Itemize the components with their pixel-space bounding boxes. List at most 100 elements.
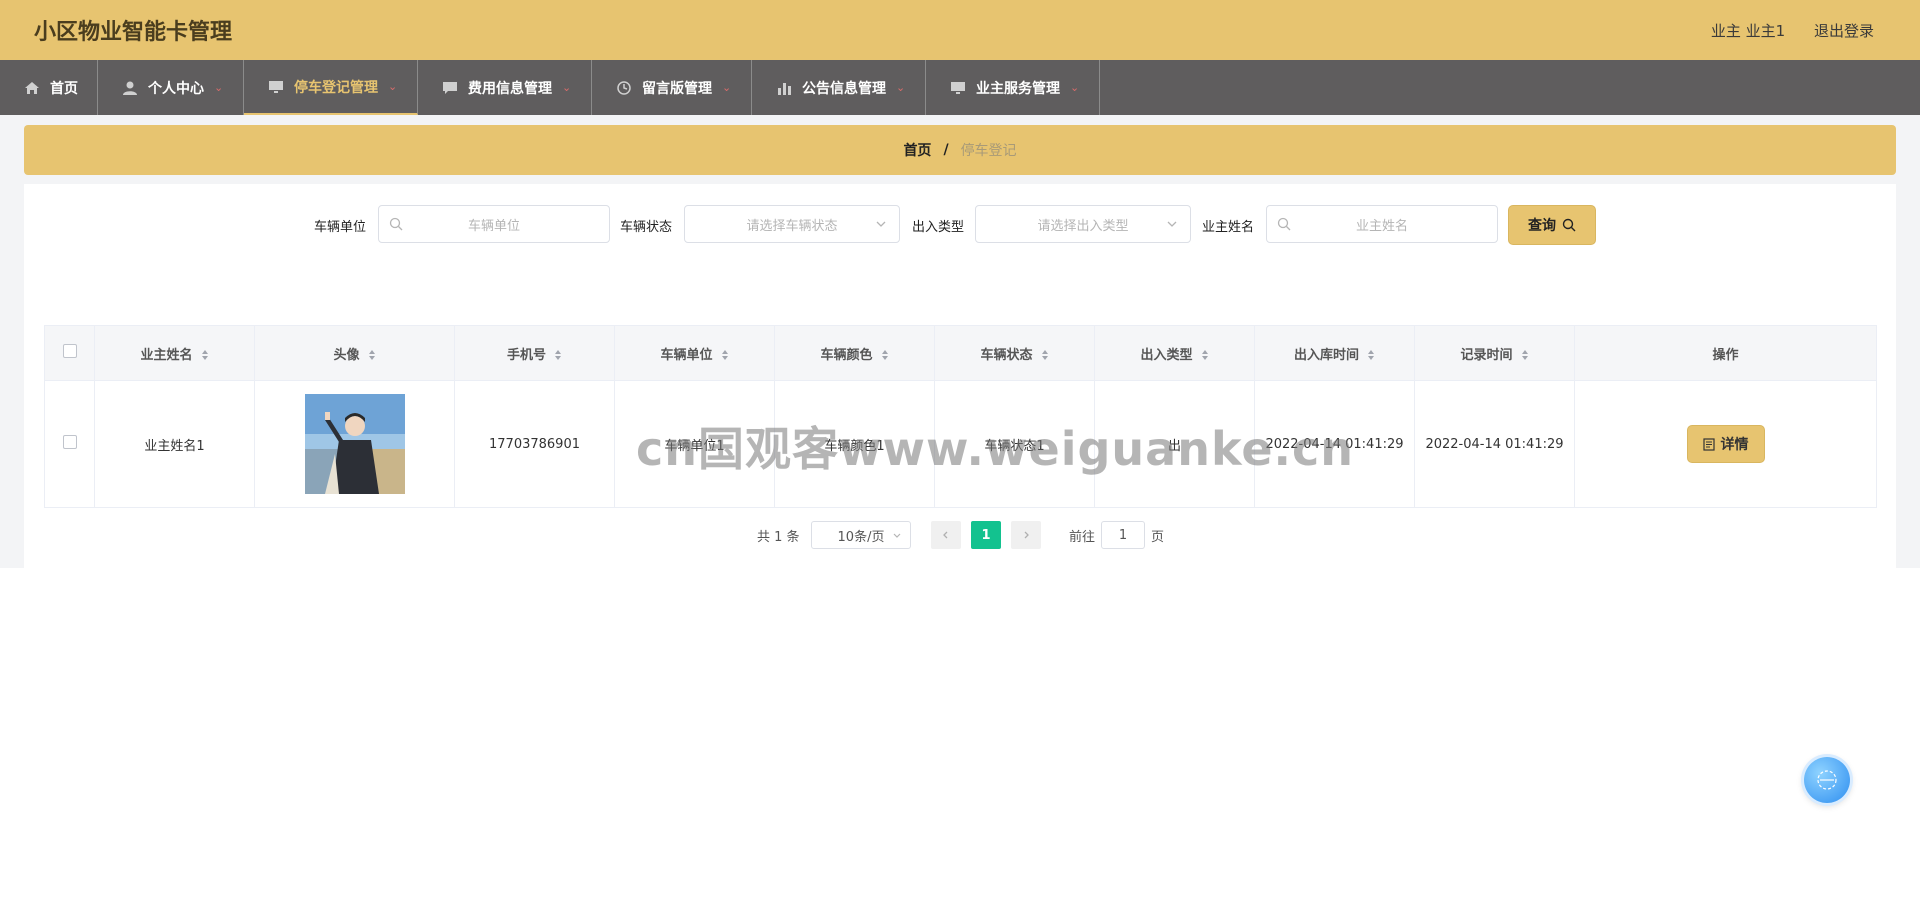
select-all-cell (44, 325, 95, 381)
column-header-label: 出入类型 (1140, 347, 1193, 363)
detail-button[interactable]: 详情 (1686, 425, 1765, 463)
phone-cell: 17703786901 (454, 380, 615, 508)
page-size-value: 10条/页 (837, 529, 885, 545)
table-header-row: 业主姓名 头像 手机号 车辆单位 车辆颜色 车辆状态 出入类型 出入库时间 记录… (44, 325, 1877, 381)
row-checkbox[interactable] (62, 435, 77, 449)
home-icon (25, 81, 39, 94)
vehicle-unit-placeholder: 车辆单位 (467, 218, 520, 234)
assistant-icon (1817, 770, 1837, 790)
column-header-label: 车辆单位 (660, 347, 713, 363)
owner-name-input[interactable]: 业主姓名 (1266, 205, 1498, 243)
nav-item-fees[interactable]: 费用信息管理 ⌄ (418, 60, 592, 115)
chevron-right-icon (1024, 531, 1029, 539)
query-button[interactable]: 查询 (1508, 205, 1596, 245)
action-cell: 详情 (1574, 380, 1877, 508)
pagination-total: 共 1 条 (757, 530, 800, 545)
nav-item-owner-services[interactable]: 业主服务管理 ⌄ (926, 60, 1100, 115)
vehicle-status-placeholder: 请选择车辆状态 (746, 218, 838, 234)
row-select-cell (44, 380, 95, 508)
main-nav: 首页 个人中心 ⌄ 停车登记管理 ⌄ 费用信息管理 ⌄ 留言版管理 ⌄ 公告信息… (0, 60, 1920, 115)
column-header[interactable]: 出入库时间 (1254, 325, 1415, 381)
entry-type-label: 出入类型 (912, 220, 965, 235)
column-header[interactable]: 记录时间 (1414, 325, 1575, 381)
vehicle-unit-input[interactable]: 车辆单位 (378, 205, 610, 243)
chevron-left-icon (943, 531, 948, 539)
sort-icon (881, 350, 888, 360)
page-unit-label: 页 (1151, 530, 1165, 545)
column-header: 操作 (1574, 325, 1877, 381)
breadcrumb-home[interactable]: 首页 (903, 140, 931, 160)
watermark: cn国观客www.weiguanke.cn (636, 422, 1355, 476)
column-header[interactable]: 车辆状态 (934, 325, 1095, 381)
chevron-down-icon: ⌄ (896, 81, 906, 94)
logout-link[interactable]: 退出登录 (1814, 22, 1874, 40)
sort-icon (721, 350, 728, 360)
search-icon (389, 217, 403, 231)
message-icon (443, 81, 457, 94)
avatar-cell (254, 380, 455, 508)
breadcrumb-separator: / (943, 142, 949, 158)
nav-item-label: 首页 (50, 80, 78, 97)
column-header[interactable]: 业主姓名 (94, 325, 255, 381)
column-header-label: 记录时间 (1460, 347, 1513, 363)
next-page-button[interactable] (1011, 521, 1041, 549)
prev-page-button[interactable] (931, 521, 961, 549)
nav-item-label: 停车登记管理 (294, 79, 378, 96)
column-header[interactable]: 车辆单位 (614, 325, 775, 381)
user-icon (123, 81, 137, 95)
entry-type-placeholder: 请选择出入类型 (1037, 218, 1129, 234)
column-header[interactable]: 头像 (254, 325, 455, 381)
chevron-down-icon (893, 533, 901, 538)
chevron-down-icon (1167, 221, 1177, 227)
detail-button-label: 详情 (1720, 437, 1749, 453)
sort-icon (555, 350, 561, 360)
sort-icon (1041, 350, 1048, 360)
floating-assistant-button[interactable] (1804, 757, 1850, 803)
chevron-down-icon: ⌄ (1070, 81, 1080, 94)
document-icon (1702, 437, 1715, 451)
chart-icon (778, 82, 791, 95)
column-header-label: 出入库时间 (1293, 347, 1359, 363)
chevron-down-icon: ⌄ (214, 81, 224, 94)
chevron-down-icon: ⌄ (562, 81, 572, 94)
select-all-checkbox[interactable] (62, 344, 77, 358)
avatar[interactable] (304, 394, 405, 494)
breadcrumb: 首页 / 停车登记 (24, 125, 1896, 175)
sort-icon (368, 350, 375, 360)
app-title: 小区物业智能卡管理 (34, 20, 233, 45)
query-button-label: 查询 (1528, 218, 1556, 234)
search-icon (1562, 218, 1576, 232)
nav-item-home[interactable]: 首页 (0, 60, 98, 115)
nav-item-label: 留言版管理 (642, 80, 712, 97)
column-header-label: 车辆颜色 (820, 347, 873, 363)
chevron-down-icon: ⌄ (388, 80, 398, 93)
user-role-name: 业主 业主1 (1710, 22, 1786, 40)
monitor-icon (951, 81, 965, 94)
nav-item-announcements[interactable]: 公告信息管理 ⌄ (752, 60, 926, 115)
sort-icon (1521, 350, 1528, 360)
column-header-label: 头像 (333, 347, 360, 363)
page-number-current[interactable]: 1 (971, 521, 1001, 549)
goto-page-value: 1 (1118, 527, 1128, 543)
vehicle-status-select[interactable]: 请选择车辆状态 (684, 205, 900, 243)
nav-item-personal-center[interactable]: 个人中心 ⌄ (98, 60, 244, 115)
nav-item-parking[interactable]: 停车登记管理 ⌄ (244, 60, 418, 115)
nav-item-label: 业主服务管理 (976, 80, 1060, 97)
column-header[interactable]: 出入类型 (1094, 325, 1255, 381)
sort-icon (1368, 350, 1374, 360)
column-header-label: 手机号 (506, 347, 546, 363)
user-area: 业主 业主1 退出登录 (1687, 20, 1874, 41)
record-time-cell: 2022-04-14 01:41:29 (1414, 380, 1575, 508)
monitor-icon (269, 80, 283, 93)
owner-name-placeholder: 业主姓名 (1355, 218, 1408, 234)
nav-item-label: 费用信息管理 (468, 80, 552, 97)
goto-label: 前往 (1069, 530, 1096, 545)
column-header[interactable]: 车辆颜色 (774, 325, 935, 381)
entry-type-select[interactable]: 请选择出入类型 (975, 205, 1191, 243)
nav-item-message-board[interactable]: 留言版管理 ⌄ (592, 60, 752, 115)
sort-icon (1201, 350, 1208, 360)
page-size-select[interactable]: 10条/页 (811, 521, 911, 549)
top-header: 小区物业智能卡管理 业主 业主1 退出登录 (0, 0, 1920, 60)
goto-page-input[interactable]: 1 (1101, 521, 1145, 549)
column-header[interactable]: 手机号 (454, 325, 615, 381)
